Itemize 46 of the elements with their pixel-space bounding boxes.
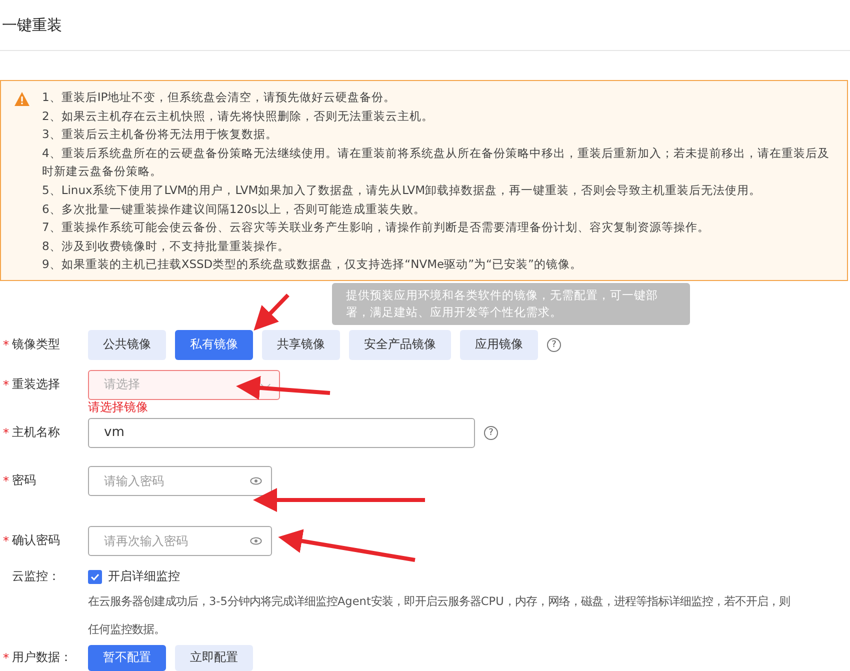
notice-text: 4、重装后系统盘所在的云硬盘备份策略无法继续使用。请在重装前将系统盘从所在备份策略中移出，重装后重新加入；若未提前移出，请在重装后及时新建云盘备份策略。 <box>42 144 830 180</box>
error-message: 请选择镜像 <box>88 400 148 415</box>
image-type-tab[interactable]: 安全产品镜像 <box>349 330 451 360</box>
tooltip: 提供预装应用环境和各类软件的镜像，无需配置，可一键部署，满足建站、应用开发等个性化需求。 <box>332 282 690 325</box>
eye-icon[interactable] <box>250 476 262 485</box>
checkmark-icon <box>90 572 100 582</box>
image-type-tab[interactable]: 私有镜像 <box>175 330 253 360</box>
eye-icon[interactable] <box>250 536 262 545</box>
required-mark: * <box>3 378 9 392</box>
dialog-title: 一键重装 <box>1 16 62 34</box>
image-type-tab[interactable]: 共享镜像 <box>262 330 340 360</box>
confirm-password-input[interactable]: 请再次输入密码 <box>88 526 272 556</box>
notice-text: 9、如果重装的主机已挂载XSSD类型的系统盘或数据盘，仅支持选择“NVMe驱动”为“已安装”的镜像。 <box>42 256 583 274</box>
checkbox-label: 开启详细监控 <box>108 568 180 586</box>
field-label: 重装选择 <box>12 376 60 394</box>
monitoring-description: 在云服务器创建成功后，3-5分钟内将完成详细监控Agent安装，即开启云服务器CPU，内存，网络，磁盘，进程等指标详细监控，若不开启，则 <box>88 594 790 610</box>
notice-text: 6、多次批量一键重装操作建议间隔120s以上，否则可能造成重装失败。 <box>42 200 426 218</box>
field-label: 用户数据： <box>12 649 72 666</box>
user-data-button[interactable]: 立即配置 <box>175 644 253 671</box>
image-type-tab[interactable]: 应用镜像 <box>460 330 538 360</box>
required-mark: * <box>3 650 9 665</box>
notice-text: 5、Linux系统下使用了LVM的用户，LVM如果加入了数据盘，请先从LVM卸载掉数据盘，再一键重装，否则会导致主机重装后无法使用。 <box>42 182 762 199</box>
warning-icon <box>14 91 30 107</box>
notice-text: 7、重装操作系统可能会使云备份、云容灾等关联业务产生影响，请操作前判断是否需要清理备份计划、容灾复制资源等操作。 <box>42 219 710 236</box>
field-label: 镜像类型 <box>12 336 60 354</box>
hostname-input[interactable]: vm <box>88 418 475 448</box>
notice-text: 8、涉及到收费镜像时，不支持批量重装操作。 <box>42 238 290 255</box>
required-mark: * <box>3 474 9 488</box>
image-type-tab[interactable]: 公共镜像 <box>88 330 166 360</box>
required-mark: * <box>3 534 9 548</box>
checkbox[interactable] <box>88 570 102 584</box>
annotation-arrow <box>254 294 290 331</box>
notice-text: 3、重装后云主机备份将无法用于恢复数据。 <box>42 126 278 144</box>
notice-text: 2、如果云主机存在云主机快照，请先将快照删除，否则无法重装云主机。 <box>42 108 434 125</box>
monitoring-description: 任何监控数据。 <box>88 622 165 638</box>
field-label: 主机名称 <box>12 424 60 442</box>
user-data-button[interactable]: 暂不配置 <box>88 644 166 671</box>
field-label: 密码 <box>12 472 36 490</box>
password-input[interactable]: 请输入密码 <box>88 466 272 496</box>
field-label: 确认密码 <box>12 532 60 550</box>
notice-text: 1、重装后IP地址不变，但系统盘会清空，请预先做好云硬盘备份。 <box>42 89 397 106</box>
help-icon[interactable]: ? <box>484 426 498 440</box>
field-label: 云监控： <box>12 568 60 586</box>
required-mark: * <box>3 426 9 440</box>
help-icon[interactable]: ? <box>547 338 561 352</box>
required-mark: * <box>3 338 9 352</box>
